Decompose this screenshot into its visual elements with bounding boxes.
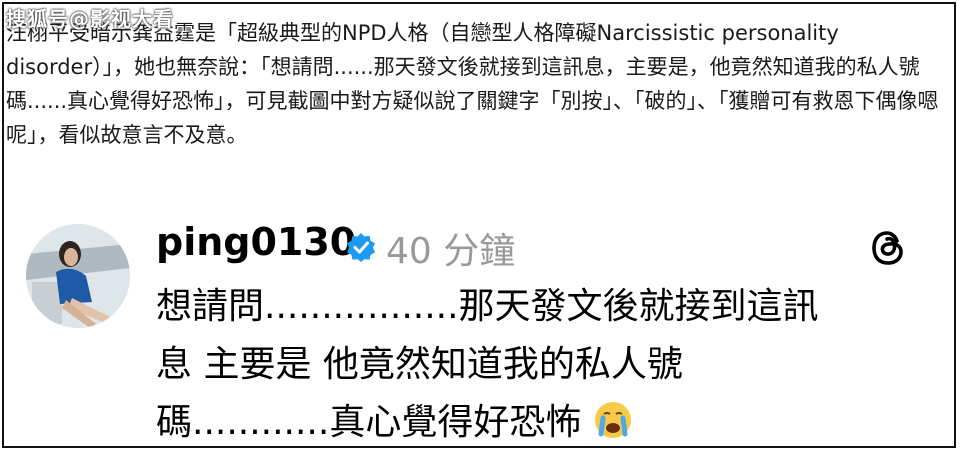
post-username[interactable]: ping0130 <box>156 220 356 264</box>
crying-face-emoji <box>594 402 631 438</box>
post-line-3: 碼............真心覺得好恐怖 <box>156 394 906 452</box>
avatar[interactable] <box>26 224 130 328</box>
verified-badge-icon <box>347 233 375 262</box>
threads-post: ping0130 40 分鐘 想請問.................那天發文後… <box>12 214 946 444</box>
threads-icon[interactable] <box>868 228 908 268</box>
post-line-2: 息 主要是 他竟然知道我的私人號 <box>156 344 683 385</box>
article-paragraph: 汪栩平受暗示龚益霆是「超級典型的NPD人格（自戀型人格障礙Narcissisti… <box>6 21 939 147</box>
post-timestamp: 40 分鐘 <box>386 231 516 272</box>
watermark-text: 搜狐号@影视大看 <box>6 7 174 31</box>
avatar-photo-icon <box>26 224 130 328</box>
post-line-3-text: 碼............真心覺得好恐怖 <box>156 402 582 443</box>
post-body: 想請問.................那天發文後就接到這訊 息 主要是 他竟然… <box>156 278 906 452</box>
post-line-1: 想請問.................那天發文後就接到這訊 <box>156 286 819 327</box>
